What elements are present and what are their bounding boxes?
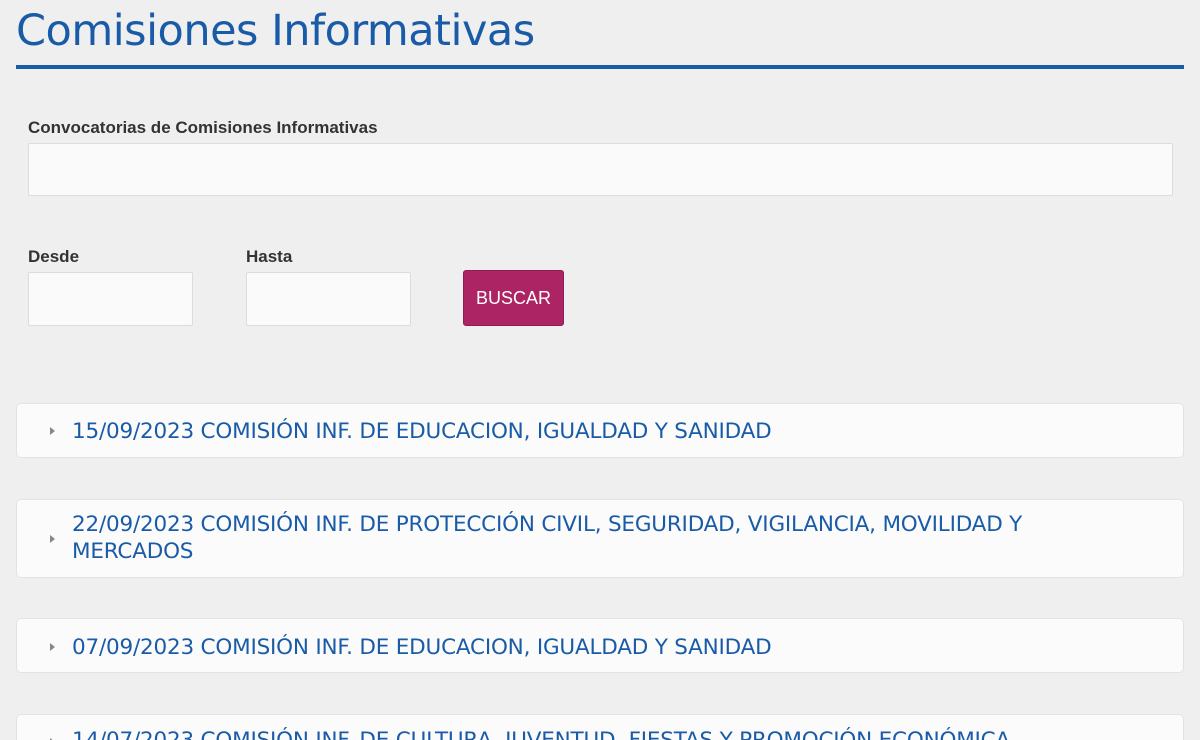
- result-item[interactable]: 15/09/2023 COMISIÓN INF. DE EDUCACION, I…: [16, 403, 1184, 458]
- caret-right-icon: [50, 427, 55, 435]
- hasta-label: Hasta: [246, 247, 293, 266]
- convocatorias-label: Convocatorias de Comisiones Informativas: [28, 118, 378, 137]
- result-item[interactable]: 14/07/2023 COMISIÓN INF. DE CULTURA, JUV…: [16, 714, 1184, 740]
- hasta-date-input[interactable]: [246, 272, 411, 326]
- result-item-title[interactable]: 15/09/2023 COMISIÓN INF. DE EDUCACION, I…: [72, 418, 1123, 445]
- result-item[interactable]: 22/09/2023 COMISIÓN INF. DE PROTECCIÓN C…: [16, 499, 1184, 578]
- desde-label: Desde: [28, 247, 80, 266]
- caret-right-icon: [50, 535, 55, 543]
- result-item-title[interactable]: 07/09/2023 COMISIÓN INF. DE EDUCACION, I…: [72, 634, 1123, 661]
- convocatorias-input[interactable]: [28, 143, 1173, 196]
- result-item-title[interactable]: 22/09/2023 COMISIÓN INF. DE PROTECCIÓN C…: [72, 511, 1123, 565]
- caret-right-icon: [50, 643, 55, 651]
- desde-date-input[interactable]: [28, 272, 193, 326]
- page-title: Comisiones Informativas: [16, 6, 535, 56]
- page: Comisiones Informativas Convocatorias de…: [0, 0, 1200, 740]
- title-divider: [16, 65, 1184, 69]
- result-item-title[interactable]: 14/07/2023 COMISIÓN INF. DE CULTURA, JUV…: [72, 727, 1123, 740]
- buscar-button[interactable]: BUSCAR: [463, 270, 564, 326]
- result-item[interactable]: 07/09/2023 COMISIÓN INF. DE EDUCACION, I…: [16, 618, 1184, 673]
